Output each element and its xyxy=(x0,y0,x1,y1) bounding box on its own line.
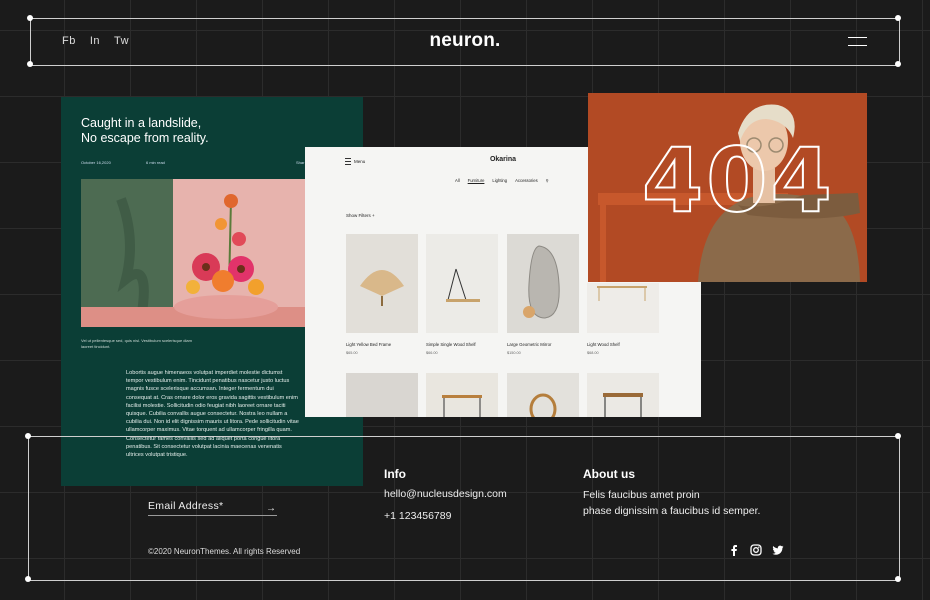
product-price: $65.00 xyxy=(346,351,358,355)
product-name: Light Wood Shelf xyxy=(587,342,620,347)
error-code: 404 xyxy=(641,129,835,232)
twitter-icon[interactable] xyxy=(772,544,784,556)
product-card[interactable] xyxy=(346,373,418,417)
product-name: Simple Single Wood Shelf xyxy=(426,342,476,347)
product-card[interactable]: Large Geometric Mirror $150.00 xyxy=(507,234,579,355)
product-price: $68.00 xyxy=(587,351,599,355)
blog-share: Shar xyxy=(296,160,305,165)
frame-corner-dot xyxy=(27,15,33,21)
info-email-link[interactable]: hello@nucleusdesign.com xyxy=(384,488,507,500)
product-image xyxy=(346,234,418,333)
product-card[interactable]: Simple Single Wood Shelf $66.00 xyxy=(426,234,498,355)
product-image xyxy=(587,373,659,417)
frame-corner-dot xyxy=(895,15,901,21)
frame-corner-dot xyxy=(25,433,31,439)
category-all[interactable]: All xyxy=(455,178,460,183)
product-image xyxy=(587,283,659,333)
product-card[interactable] xyxy=(587,373,659,417)
email-input[interactable]: Email Address* xyxy=(148,500,223,512)
email-input-underline xyxy=(148,515,277,516)
blog-date: October 16,2020 xyxy=(81,160,111,165)
error-404-card: 404 xyxy=(588,93,867,282)
category-lighting[interactable]: Lighting xyxy=(492,178,507,183)
category-furniture[interactable]: Furniture xyxy=(468,178,485,183)
product-name: Large Geometric Mirror xyxy=(507,342,552,347)
facebook-icon[interactable] xyxy=(728,544,740,556)
product-image xyxy=(426,234,498,333)
menu-icon[interactable] xyxy=(848,37,867,46)
product-name: Light Yellow Bed Frame xyxy=(346,342,392,347)
show-filters-button[interactable]: Show Filters + xyxy=(346,213,375,218)
product-card[interactable] xyxy=(426,373,498,417)
about-heading: About us xyxy=(583,467,635,481)
shop-category-nav: All Furniture Lighting Accessories ⚲ xyxy=(455,178,549,183)
product-card[interactable]: Light Wood Shelf $68.00 xyxy=(587,283,659,355)
copyright-text: ©2020 NeuronThemes. All rights Reserved xyxy=(148,547,301,556)
frame-corner-dot xyxy=(25,576,31,582)
about-text-line2: phase dignissim a faucibus id semper. xyxy=(583,505,761,517)
info-phone[interactable]: +1 123456789 xyxy=(384,510,451,522)
blog-read-time: 6 min read xyxy=(146,160,165,165)
product-card[interactable]: Light Yellow Bed Frame $65.00 xyxy=(346,234,418,355)
search-icon[interactable]: ⚲ xyxy=(546,178,549,183)
product-image xyxy=(507,373,579,417)
info-heading: Info xyxy=(384,467,406,481)
image-caption: Vel ut pellentesque sed, quis nisl. Vest… xyxy=(81,338,192,349)
arrow-right-icon[interactable]: → xyxy=(266,503,276,514)
blog-title: Caught in a landslide, No escape from re… xyxy=(81,116,209,145)
frame-corner-dot xyxy=(895,433,901,439)
frame-corner-dot xyxy=(27,61,33,67)
product-card[interactable] xyxy=(507,373,579,417)
product-price: $66.00 xyxy=(426,351,438,355)
frame-corner-dot xyxy=(895,61,901,67)
product-image xyxy=(507,234,579,333)
product-image xyxy=(426,373,498,417)
flower-image xyxy=(81,179,305,327)
instagram-icon[interactable] xyxy=(750,544,762,556)
product-price: $150.00 xyxy=(507,351,521,355)
category-accessories[interactable]: Accessories xyxy=(515,178,538,183)
site-logo[interactable]: neuron. xyxy=(0,30,930,52)
product-image xyxy=(346,373,418,417)
about-text-line1: Felis faucibus amet proin xyxy=(583,489,700,501)
frame-corner-dot xyxy=(895,576,901,582)
